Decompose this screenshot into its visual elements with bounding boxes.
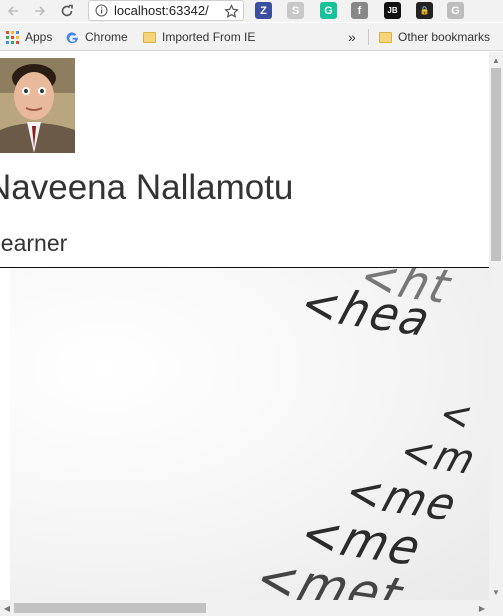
horizontal-scrollbar[interactable]: ◀ ▶: [0, 600, 503, 616]
g-extension-icon[interactable]: G: [447, 2, 464, 19]
google-g-icon: [66, 31, 78, 43]
scroll-down-icon[interactable]: ▼: [491, 587, 501, 597]
skype-icon[interactable]: S: [287, 2, 304, 19]
bookmarks-overflow-button[interactable]: »: [348, 29, 356, 45]
url-text: localhost:63342/: [114, 3, 209, 18]
other-bookmarks-label: Other bookmarks: [398, 30, 491, 44]
vertical-scroll-thumb[interactable]: [491, 68, 501, 261]
back-button[interactable]: [4, 2, 22, 20]
imported-label: Imported From IE: [162, 30, 256, 44]
profile-photo: [0, 58, 75, 153]
star-icon: [223, 3, 239, 18]
other-bookmarks-folder[interactable]: Other bookmarks: [379, 29, 490, 45]
address-bar[interactable]: localhost:63342/: [88, 0, 244, 21]
info-icon[interactable]: [95, 4, 108, 17]
apps-label: Apps: [25, 30, 53, 44]
apps-bookmark[interactable]: Apps: [6, 29, 52, 45]
apps-grid-icon: [6, 30, 19, 44]
page-viewport: Naveena Nallamotu Learner <ht <hea < <m …: [0, 52, 489, 600]
forward-arrow-icon: [35, 6, 46, 16]
jetbrains-icon[interactable]: JB: [384, 2, 401, 19]
reload-icon: [61, 4, 73, 17]
profile-role: Learner: [0, 230, 68, 256]
vertical-scrollbar[interactable]: ▲ ▼: [489, 52, 503, 600]
scroll-up-icon[interactable]: ▲: [491, 55, 501, 65]
hero-background-image: <ht <hea < <m <me <me <met: [10, 268, 489, 600]
folder-icon: [143, 31, 156, 43]
chrome-label: Chrome: [85, 30, 128, 44]
chrome-bookmark[interactable]: Chrome: [66, 29, 128, 45]
folder-icon: [379, 31, 392, 43]
back-arrow-icon: [7, 6, 18, 16]
reload-button[interactable]: [58, 2, 76, 20]
lock-extension-icon[interactable]: 🔒: [416, 2, 433, 19]
overflow-chevron-icon: »: [348, 29, 356, 45]
profile-name: Naveena Nallamotu: [0, 168, 294, 207]
feedly-icon[interactable]: f: [351, 2, 368, 19]
bookmark-separator: [368, 29, 369, 45]
browser-toolbar: localhost:63342/ Z S Gf JB 🔒 G: [0, 0, 503, 22]
bookmarks-bar: Apps Chrome Imported From IE » Other boo…: [0, 23, 503, 51]
scroll-left-icon[interactable]: ◀: [2, 603, 12, 613]
scroll-right-icon[interactable]: ▶: [477, 603, 487, 613]
z-extension-icon[interactable]: Z: [255, 2, 272, 19]
grammarly-icon[interactable]: G: [320, 2, 337, 19]
bookmark-star-button[interactable]: [222, 2, 240, 20]
horizontal-scroll-thumb[interactable]: [14, 603, 206, 613]
imported-from-ie-bookmark[interactable]: Imported From IE: [143, 29, 255, 45]
forward-button[interactable]: [31, 2, 49, 20]
